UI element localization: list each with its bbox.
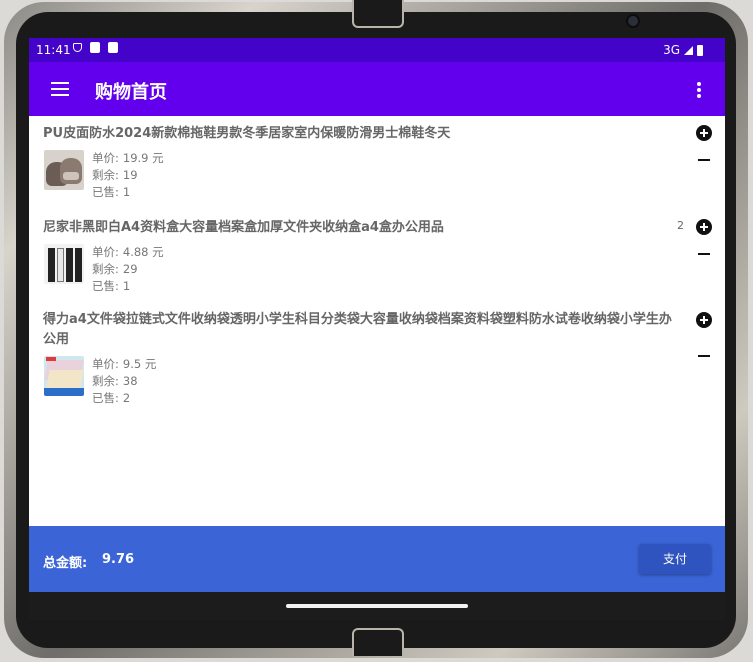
app-bar: 购物首页 xyxy=(29,62,725,116)
remove-quantity-button[interactable] xyxy=(698,154,711,167)
sold-value: 1 xyxy=(122,279,131,293)
network-type: 3G xyxy=(663,43,680,57)
app-notification-icon xyxy=(108,42,118,53)
price-value: 4.88 元 xyxy=(122,245,164,259)
add-quantity-button[interactable] xyxy=(696,312,712,328)
product-info: 单价: 4.88 元 剩余: 29 已售: 1 xyxy=(92,244,164,295)
remaining-label: 剩余: xyxy=(92,262,119,276)
sold-label: 已售: xyxy=(92,279,119,293)
front-camera xyxy=(628,16,638,26)
sold-value: 1 xyxy=(122,185,131,199)
add-quantity-button[interactable] xyxy=(696,125,712,141)
sold-value: 2 xyxy=(122,391,131,405)
more-vert-icon[interactable] xyxy=(693,82,705,98)
hamburger-menu-icon[interactable] xyxy=(51,82,69,96)
price-value: 9.5 元 xyxy=(122,357,157,371)
sold-label: 已售: xyxy=(92,391,119,405)
signal-icon xyxy=(684,45,693,55)
remove-quantity-button[interactable] xyxy=(698,248,711,261)
status-bar: 11:41 3G xyxy=(29,38,725,62)
total-label: 总金额: xyxy=(43,556,88,571)
add-quantity-button[interactable] xyxy=(696,219,712,235)
gesture-nav-area xyxy=(29,592,725,620)
status-notification-icons xyxy=(73,42,118,53)
remove-quantity-button[interactable] xyxy=(698,350,711,363)
price-label: 单价: xyxy=(92,151,119,165)
total-amount: 9.76 xyxy=(102,552,135,567)
price-label: 单价: xyxy=(92,245,119,259)
quantity-count: 2 xyxy=(677,219,684,232)
price-value: 19.9 元 xyxy=(122,151,164,165)
status-time: 11:41 xyxy=(36,43,71,57)
battery-icon xyxy=(697,44,703,56)
pay-button[interactable]: 支付 xyxy=(639,544,711,574)
product-image xyxy=(44,150,84,190)
remaining-value: 38 xyxy=(122,374,138,388)
shield-icon xyxy=(73,43,82,52)
sd-card-icon xyxy=(90,42,100,53)
product-info: 单价: 9.5 元 剩余: 38 已售: 2 xyxy=(92,356,156,407)
page-title: 购物首页 xyxy=(95,82,167,103)
product-list: PU皮面防水2024新款棉拖鞋男款冬季居家室内保暖防滑男士棉鞋冬天 单价: 19.… xyxy=(29,116,725,526)
device-hinge-bottom xyxy=(352,628,404,656)
product-info: 单价: 19.9 元 剩余: 19 已售: 1 xyxy=(92,150,164,201)
remaining-label: 剩余: xyxy=(92,168,119,182)
product-image xyxy=(44,356,84,396)
status-system-icons: 3G xyxy=(663,43,703,57)
checkout-bar: 总金额: 9.76 支付 xyxy=(29,526,725,592)
product-title: 尼家非黑即白A4资料盒大容量档案盒加厚文件夹收纳盒a4盒办公用品 xyxy=(43,220,444,235)
remaining-value: 19 xyxy=(122,168,138,182)
remaining-value: 29 xyxy=(122,262,138,276)
product-image xyxy=(44,244,84,284)
remaining-label: 剩余: xyxy=(92,374,119,388)
price-label: 单价: xyxy=(92,357,119,371)
device-hinge-top xyxy=(352,0,404,28)
sold-label: 已售: xyxy=(92,185,119,199)
product-title: PU皮面防水2024新款棉拖鞋男款冬季居家室内保暖防滑男士棉鞋冬天 xyxy=(43,126,451,141)
product-title: 得力a4文件袋拉链式文件收纳袋透明小学生科目分类袋大容量收纳袋档案资料袋塑料防水… xyxy=(43,312,672,347)
home-indicator[interactable] xyxy=(286,604,468,608)
app-screen: 11:41 3G 购物首页 PU皮面防水2024新款棉拖鞋男款冬季居家室内保暖防… xyxy=(29,38,725,620)
